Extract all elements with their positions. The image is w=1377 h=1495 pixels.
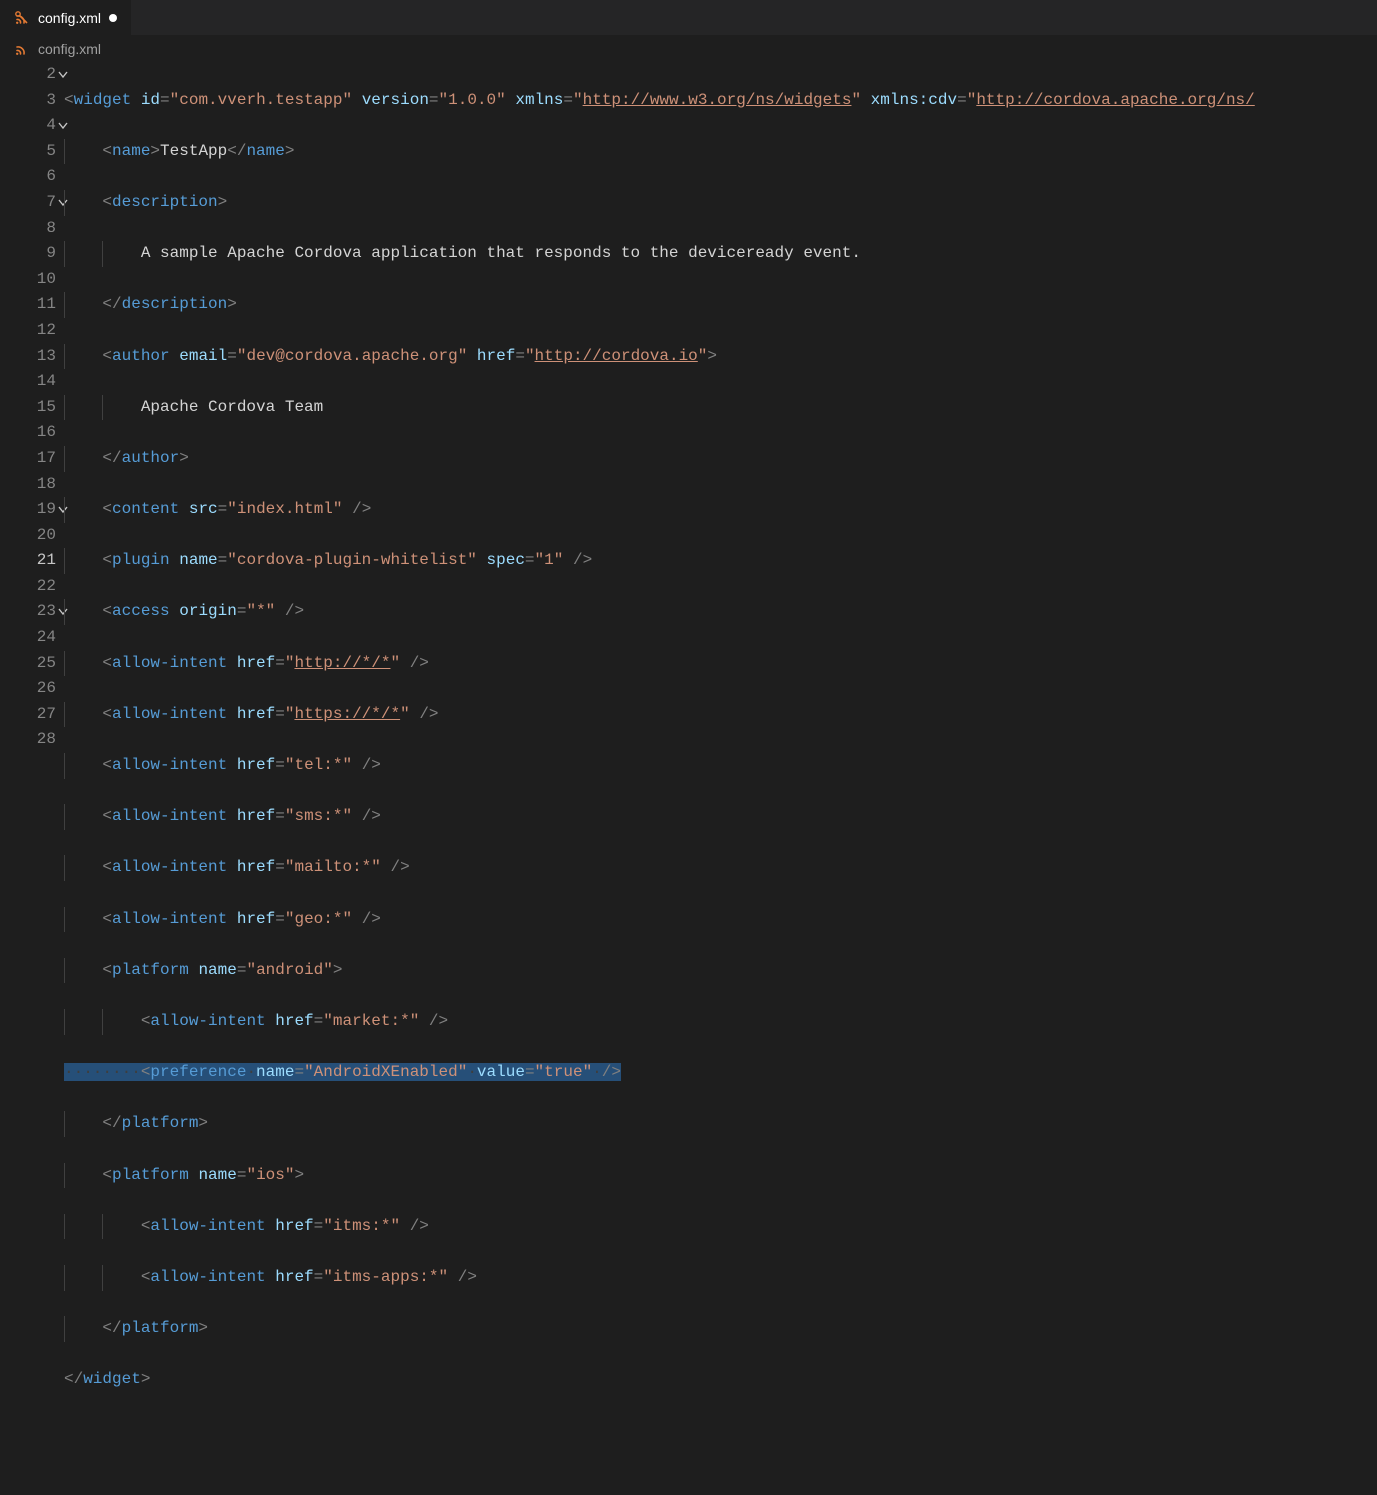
code-line: <allow-intent href="https://*/*" />: [64, 702, 1377, 728]
line-number: 20: [0, 523, 56, 549]
breadcrumb-filename: config.xml: [38, 41, 101, 57]
line-number: 19: [0, 497, 56, 523]
code-line: [64, 1418, 1377, 1444]
code-line: </platform>: [64, 1111, 1377, 1137]
code-line: <allow-intent href="market:*" />: [64, 1009, 1377, 1035]
line-number: 4: [0, 113, 56, 139]
xml-file-icon: [14, 41, 30, 57]
tab-label: config.xml: [38, 10, 101, 26]
line-number: 9: [0, 241, 56, 267]
xml-file-icon: [14, 10, 30, 26]
code-line: </platform>: [64, 1316, 1377, 1342]
line-number: 10: [0, 267, 56, 293]
code-line: <allow-intent href="itms-apps:*" />: [64, 1265, 1377, 1291]
line-number: 7: [0, 190, 56, 216]
code-line: <allow-intent href="tel:*" />: [64, 753, 1377, 779]
line-number: 14: [0, 369, 56, 395]
line-number: 3: [0, 88, 56, 114]
line-number: 15: [0, 395, 56, 421]
code-area[interactable]: <widget id="com.vverh.testapp" version="…: [64, 62, 1377, 1495]
code-line: <access origin="*" />: [64, 599, 1377, 625]
line-number: 12: [0, 318, 56, 344]
code-line: <plugin name="cordova-plugin-whitelist" …: [64, 548, 1377, 574]
line-number: 22: [0, 574, 56, 600]
line-number: 23: [0, 599, 56, 625]
code-line: </description>: [64, 292, 1377, 318]
line-number: 13: [0, 344, 56, 370]
line-number: 6: [0, 164, 56, 190]
code-line: <allow-intent href="sms:*" />: [64, 804, 1377, 830]
code-line: </widget>: [64, 1367, 1377, 1393]
line-number: 2: [0, 62, 56, 88]
code-line: <platform name="android">: [64, 958, 1377, 984]
code-line: <platform name="ios">: [64, 1163, 1377, 1189]
breadcrumb[interactable]: config.xml: [0, 36, 1377, 62]
code-line: <author email="dev@cordova.apache.org" h…: [64, 344, 1377, 370]
tab-bar: config.xml: [0, 0, 1377, 36]
code-line: <widget id="com.vverh.testapp" version="…: [64, 88, 1377, 114]
code-line: ········<preference·name="AndroidXEnable…: [64, 1060, 1377, 1086]
line-number: 5: [0, 139, 56, 165]
line-number: 11: [0, 292, 56, 318]
code-line: <allow-intent href="mailto:*" />: [64, 855, 1377, 881]
tab-config-xml[interactable]: config.xml: [0, 0, 132, 35]
line-number: 17: [0, 446, 56, 472]
line-number: 21: [0, 548, 56, 574]
code-line: Apache Cordova Team: [64, 395, 1377, 421]
code-line: <description>: [64, 190, 1377, 216]
line-number: 25: [0, 651, 56, 677]
line-number: 18: [0, 472, 56, 498]
code-line: <content src="index.html" />: [64, 497, 1377, 523]
line-number: 27: [0, 702, 56, 728]
code-line: A sample Apache Cordova application that…: [64, 241, 1377, 267]
line-number-gutter: 2 3 4 5 6 7 8 9 10 11 12 13 14 15 16 17 …: [0, 62, 64, 1495]
code-line: </author>: [64, 446, 1377, 472]
line-number: 24: [0, 625, 56, 651]
code-line: <allow-intent href="http://*/*" />: [64, 651, 1377, 677]
line-number: 16: [0, 420, 56, 446]
line-number: 8: [0, 216, 56, 242]
code-editor[interactable]: 2 3 4 5 6 7 8 9 10 11 12 13 14 15 16 17 …: [0, 62, 1377, 1495]
line-number: 28: [0, 727, 56, 753]
dirty-indicator-icon: [109, 14, 117, 22]
line-number: 26: [0, 676, 56, 702]
code-line: <name>TestApp</name>: [64, 139, 1377, 165]
code-line: <allow-intent href="itms:*" />: [64, 1214, 1377, 1240]
code-line: <allow-intent href="geo:*" />: [64, 907, 1377, 933]
